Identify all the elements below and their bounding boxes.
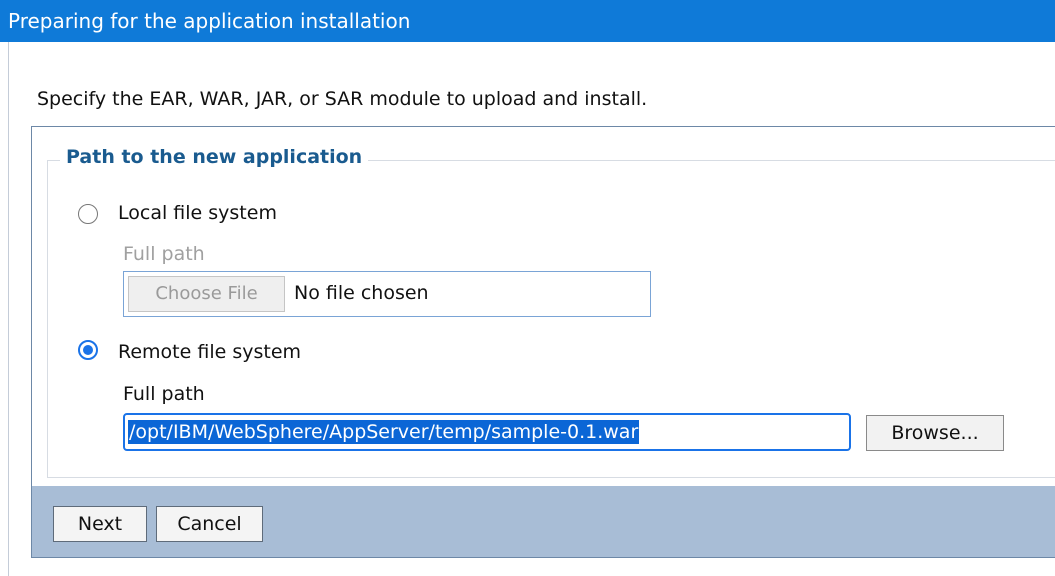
local-file-system-radio[interactable] <box>78 204 98 224</box>
remote-file-system-radio[interactable] <box>78 340 98 360</box>
window-title-bar: Preparing for the application installati… <box>0 0 1055 42</box>
cancel-button[interactable]: Cancel <box>156 506 263 542</box>
file-chosen-status: No file chosen <box>294 282 429 304</box>
remote-file-system-label: Remote file system <box>118 341 302 363</box>
window-title: Preparing for the application installati… <box>8 9 411 33</box>
left-border <box>8 42 9 576</box>
remote-path-value: /opt/IBM/WebSphere/AppServer/temp/sample… <box>128 420 640 444</box>
remote-path-input[interactable]: /opt/IBM/WebSphere/AppServer/temp/sample… <box>123 413 851 451</box>
next-button[interactable]: Next <box>53 506 147 542</box>
path-fieldset-legend: Path to the new application <box>60 146 369 168</box>
instructions-text: Specify the EAR, WAR, JAR, or SAR module… <box>37 88 648 110</box>
local-full-path-label: Full path <box>123 243 205 265</box>
choose-file-button[interactable]: Choose File <box>128 276 285 312</box>
local-file-system-label: Local file system <box>118 202 277 224</box>
browse-button[interactable]: Browse... <box>866 415 1004 451</box>
remote-full-path-label: Full path <box>123 383 205 405</box>
